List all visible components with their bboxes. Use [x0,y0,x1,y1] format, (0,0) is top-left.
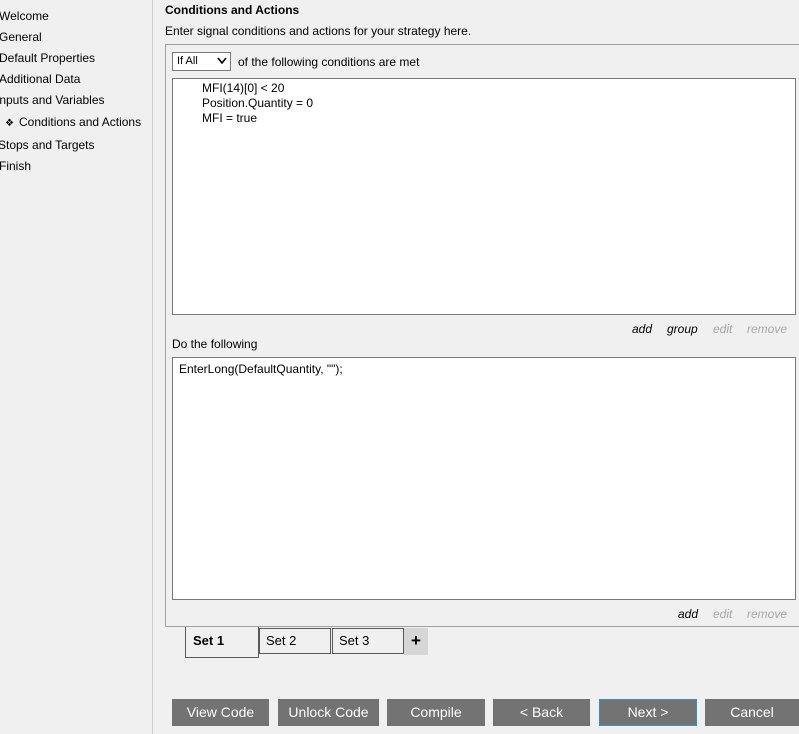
sidebar-item-general[interactable]: General [0,30,42,44]
actions-list[interactable]: EnterLong(DefaultQuantity, ""); [172,357,796,600]
add-action-link[interactable]: add [678,607,698,621]
tab-set-3[interactable]: Set 3 [332,628,404,654]
cancel-button[interactable]: Cancel [705,699,799,726]
condition-mode-select[interactable]: If All [172,52,231,71]
back-button[interactable]: < Back [493,699,590,726]
add-condition-link[interactable]: add [632,322,652,336]
condition-item[interactable]: MFI = true [202,111,257,125]
sidebar-item-finish[interactable]: Finish [0,159,31,173]
action-item[interactable]: EnterLong(DefaultQuantity, ""); [179,362,343,376]
group-condition-link[interactable]: group [667,322,698,336]
page-description: Enter signal conditions and actions for … [165,24,472,38]
sidebar-item-inputs-and-variables[interactable]: Inputs and Variables [0,93,105,107]
sidebar-item-additional-data[interactable]: Additional Data [0,72,80,86]
edit-action-link[interactable]: edit [713,607,732,621]
condition-item[interactable]: MFI(14)[0] < 20 [202,81,284,95]
wizard-sidebar: Welcome General Default Properties Addit… [0,0,152,734]
sidebar-item-stops-and-targets[interactable]: Stops and Targets [0,138,95,152]
sidebar-divider [152,0,153,734]
condition-mode-label: of the following conditions are met [238,55,420,69]
add-set-button[interactable]: + [404,628,428,655]
diamond-bullet-icon: ❖ [5,118,14,129]
sidebar-item-welcome[interactable]: Welcome [0,9,49,23]
remove-condition-link[interactable]: remove [747,322,787,336]
page-title: Conditions and Actions [165,3,300,17]
next-button[interactable]: Next > [599,699,697,726]
edit-condition-link[interactable]: edit [713,322,732,336]
condition-mode-value: If All [177,55,198,67]
sidebar-item-label: Conditions and Actions [19,115,142,129]
tab-set-1[interactable]: Set 1 [185,627,259,658]
chevron-down-icon [217,57,227,65]
compile-button[interactable]: Compile [387,699,485,726]
sidebar-item-conditions-and-actions[interactable]: ❖ Conditions and Actions [5,115,141,131]
tab-set-2[interactable]: Set 2 [259,628,331,654]
sidebar-item-default-properties[interactable]: Default Properties [0,51,95,65]
actions-label: Do the following [172,337,258,351]
condition-item[interactable]: Position.Quantity = 0 [202,96,313,110]
unlock-code-button[interactable]: Unlock Code [278,699,379,726]
remove-action-link[interactable]: remove [747,607,787,621]
view-code-button[interactable]: View Code [172,699,269,726]
conditions-list[interactable]: MFI(14)[0] < 20 Position.Quantity = 0 MF… [172,78,796,315]
